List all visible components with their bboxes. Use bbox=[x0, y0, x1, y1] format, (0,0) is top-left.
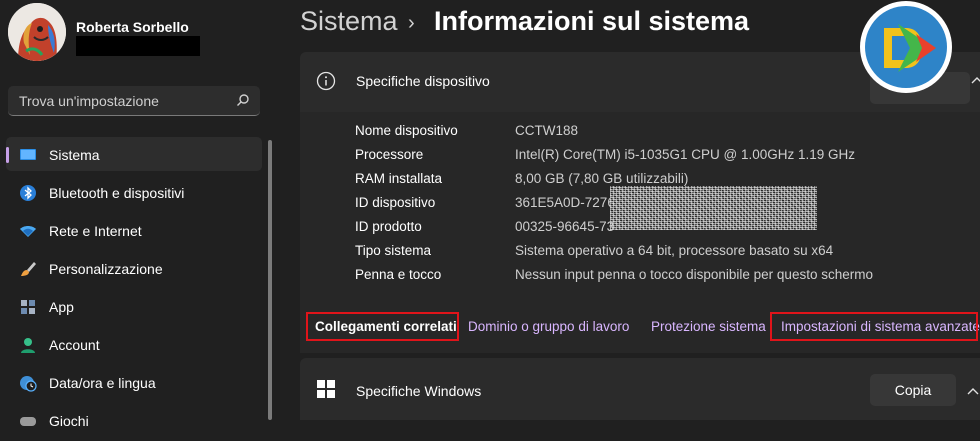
info-icon bbox=[316, 71, 336, 91]
chevron-up-icon[interactable] bbox=[970, 74, 980, 88]
device-specs-body: Nome dispositivo CCTW188 Processore Inte… bbox=[300, 112, 980, 297]
brush-icon bbox=[21, 262, 36, 276]
spec-key: Tipo sistema bbox=[355, 243, 432, 258]
spec-value: Intel(R) Core(TM) i5-1035G1 CPU @ 1.00GH… bbox=[515, 147, 856, 162]
sidebar-item-giochi[interactable]: Giochi bbox=[6, 403, 262, 437]
sidebar-item-sistema[interactable]: Sistema bbox=[6, 137, 262, 171]
highlight-box-related bbox=[306, 312, 459, 341]
spec-key: ID dispositivo bbox=[355, 195, 436, 210]
spec-value: 8,00 GB (7,80 GB utilizzabili) bbox=[515, 171, 689, 186]
sidebar-nav: Sistema Bluetooth e dispositivi Rete e I… bbox=[6, 137, 262, 441]
spec-key: Penna e tocco bbox=[355, 267, 442, 282]
windows-specs-header[interactable]: Specifiche Windows Copia bbox=[300, 358, 980, 420]
sidebar-item-label: Rete e Internet bbox=[49, 223, 142, 239]
search-input[interactable]: Trova un'impostazione bbox=[8, 86, 260, 116]
breadcrumb-separator: › bbox=[408, 12, 415, 34]
sidebar-item-rete[interactable]: Rete e Internet bbox=[6, 213, 262, 247]
sidebar-item-bluetooth[interactable]: Bluetooth e dispositivi bbox=[6, 175, 262, 209]
sidebar-item-label: Bluetooth e dispositivi bbox=[49, 185, 185, 201]
sidebar-item-account[interactable]: Account bbox=[6, 327, 262, 361]
spec-value: 00325-96645-73 bbox=[515, 219, 615, 234]
active-indicator bbox=[6, 147, 9, 163]
spec-key: Processore bbox=[355, 147, 424, 162]
sidebar-item-data-ora[interactable]: Data/ora e lingua bbox=[6, 365, 262, 399]
windows-specs-title: Specifiche Windows bbox=[356, 383, 482, 399]
user-profile[interactable]: Roberta Sorbello bbox=[8, 3, 268, 61]
domain-workgroup-link[interactable]: Dominio o gruppo di lavoro bbox=[468, 319, 629, 334]
sidebar-item-app[interactable]: App bbox=[6, 289, 262, 323]
monitor-icon bbox=[20, 149, 36, 160]
bluetooth-icon bbox=[20, 185, 36, 201]
spec-value: 361E5A0D-7276 bbox=[515, 195, 615, 210]
sidebar-item-personalizzazione[interactable]: Personalizzazione bbox=[6, 251, 262, 285]
sidebar-scrollbar[interactable] bbox=[268, 140, 272, 420]
sidebar-item-label: Data/ora e lingua bbox=[49, 375, 156, 391]
sidebar: Roberta Sorbello Trova un'impostazione S… bbox=[0, 0, 280, 429]
apps-icon bbox=[21, 300, 35, 314]
redacted-id-noise bbox=[610, 186, 817, 230]
spec-key: Nome dispositivo bbox=[355, 123, 458, 138]
sidebar-item-label: Sistema bbox=[49, 147, 100, 163]
spec-value: Sistema operativo a 64 bit, processore b… bbox=[515, 243, 834, 258]
spec-key: ID prodotto bbox=[355, 219, 422, 234]
globe-clock-icon bbox=[20, 376, 37, 392]
spec-key: RAM installata bbox=[355, 171, 443, 186]
page-title: Informazioni sul sistema bbox=[434, 6, 750, 36]
sidebar-item-label: Giochi bbox=[49, 413, 89, 429]
spec-value: Nessun input penna o tocco disponibile p… bbox=[515, 267, 873, 282]
copy-button[interactable]: Copia bbox=[870, 374, 956, 406]
account-icon bbox=[21, 338, 35, 353]
copy-button-label: Copia bbox=[894, 382, 932, 398]
highlight-box-advanced bbox=[770, 312, 978, 341]
system-protection-link[interactable]: Protezione sistema bbox=[651, 319, 766, 334]
breadcrumb-parent[interactable]: Sistema bbox=[300, 6, 398, 37]
search-icon bbox=[237, 94, 249, 106]
avatar bbox=[8, 3, 66, 61]
search-placeholder: Trova un'impostazione bbox=[19, 93, 159, 109]
site-logo bbox=[860, 1, 952, 93]
wifi-icon bbox=[20, 226, 36, 237]
spec-value: CCTW188 bbox=[515, 123, 579, 138]
gamepad-icon bbox=[20, 417, 36, 426]
user-name: Roberta Sorbello bbox=[76, 19, 189, 35]
device-specs-title: Specifiche dispositivo bbox=[356, 73, 490, 89]
related-links: Collegamenti correlati Dominio o gruppo … bbox=[300, 297, 980, 353]
sidebar-item-label: App bbox=[49, 299, 74, 315]
sidebar-item-label: Account bbox=[49, 337, 100, 353]
sidebar-item-label: Personalizzazione bbox=[49, 261, 163, 277]
redacted-email bbox=[76, 36, 200, 56]
chevron-up-icon[interactable] bbox=[966, 385, 980, 399]
windows-logo-icon bbox=[317, 380, 335, 398]
